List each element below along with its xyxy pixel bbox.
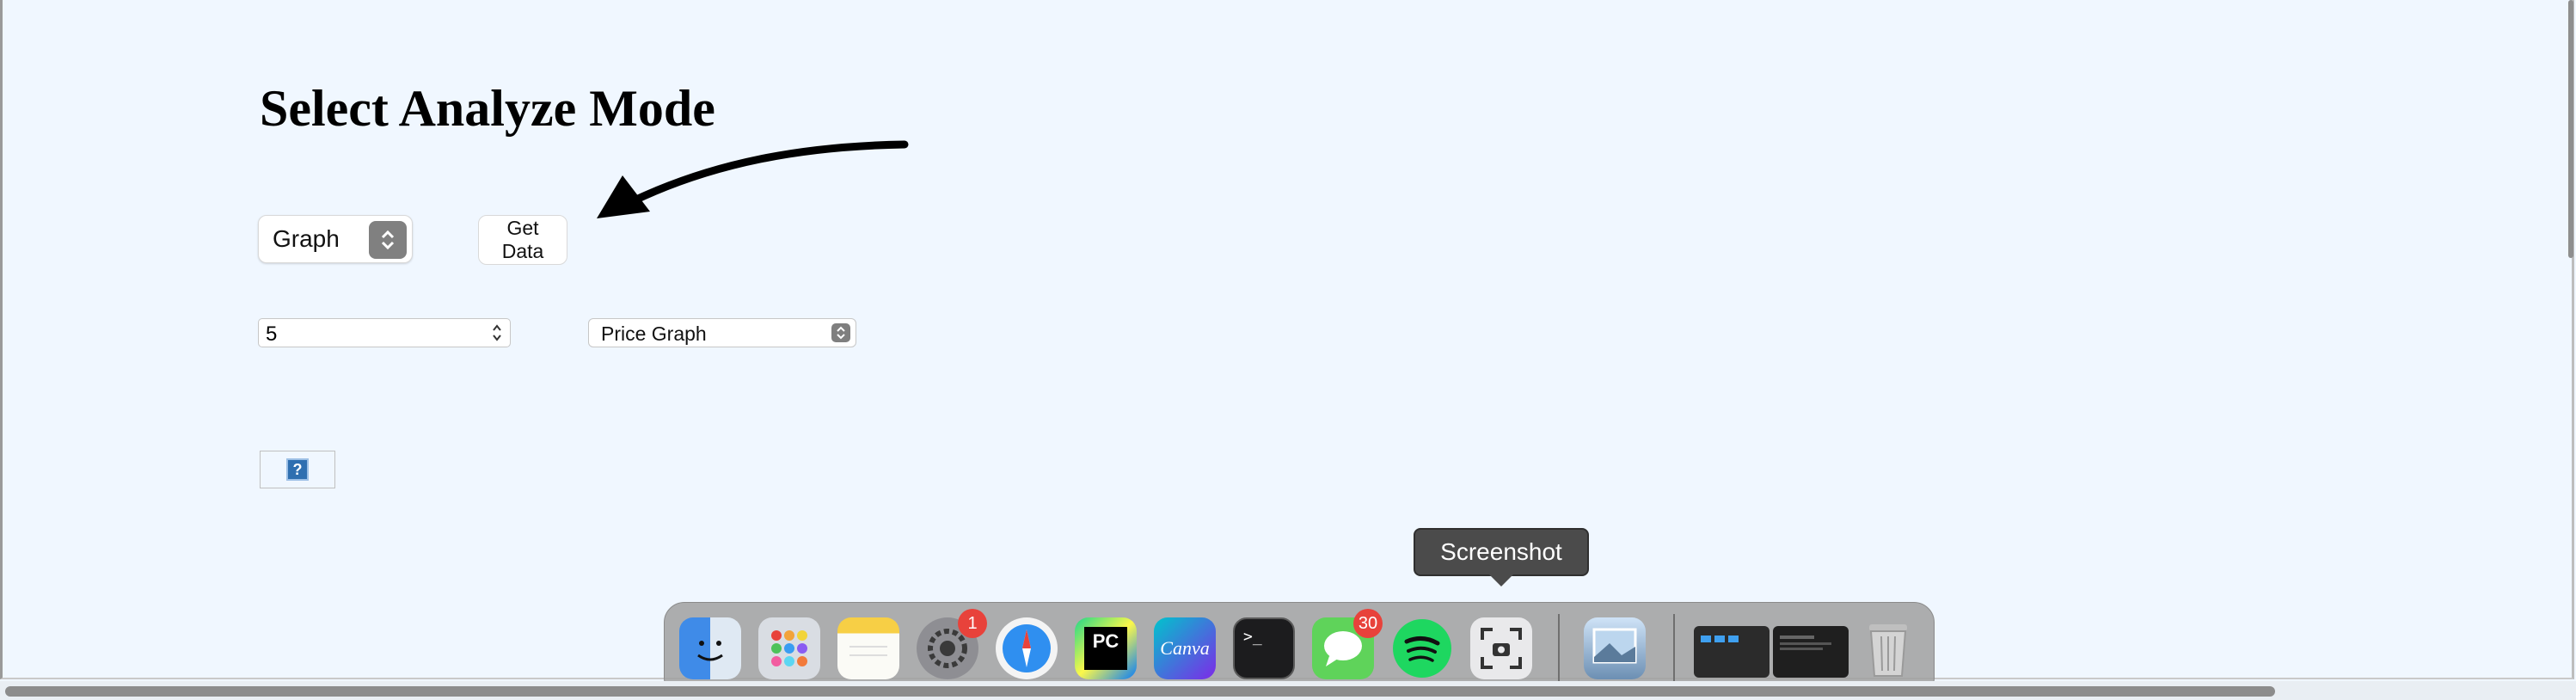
pycharm-icon[interactable]: PC [1075,617,1137,679]
launchpad-icon[interactable] [758,617,820,679]
notification-badge: 30 [1353,609,1383,638]
vertical-scrollbar[interactable] [2568,0,2573,258]
get-data-button[interactable]: Get Data [478,215,567,265]
pycharm-window-thumbnail[interactable] [1773,626,1849,678]
terminal-icon[interactable]: >_ [1233,617,1295,679]
number-input[interactable]: 5 [258,318,511,347]
graph-type-value: Price Graph [601,322,707,345]
graph-type-select[interactable]: Price Graph [588,318,856,347]
canva-icon[interactable]: Canva [1154,617,1216,679]
notification-badge: 1 [958,609,987,638]
tooltip-tail [1489,574,1513,586]
select-stepper-icon [369,221,407,259]
dock-separator [1673,614,1675,686]
dock-tooltip: Screenshot [1414,528,1589,576]
mode-select-value: Graph [273,225,340,252]
preview-icon[interactable] [1584,617,1646,679]
mode-select[interactable]: Graph [258,215,413,263]
safari-icon[interactable] [996,617,1058,679]
finder-icon[interactable] [679,617,741,679]
canva-label: Canva [1160,637,1210,659]
pointer-arrow-annotation [597,140,909,218]
help-image[interactable]: ? [260,451,335,488]
spotify-icon[interactable] [1391,617,1453,679]
trash-icon[interactable] [1857,617,1919,679]
terminal-prompt: >_ [1243,628,1262,646]
number-spinner-icon[interactable] [491,322,503,343]
pycharm-label: PC [1084,627,1127,670]
screenshot-icon[interactable] [1470,617,1532,679]
horizontal-scrollbar[interactable] [5,686,2275,697]
question-mark-icon: ? [286,458,309,481]
finder-window-thumbnail[interactable] [1694,626,1769,678]
number-input-value: 5 [266,322,278,346]
dock-separator [1558,614,1560,686]
notes-icon[interactable] [837,617,899,679]
select-stepper-icon [831,323,850,342]
